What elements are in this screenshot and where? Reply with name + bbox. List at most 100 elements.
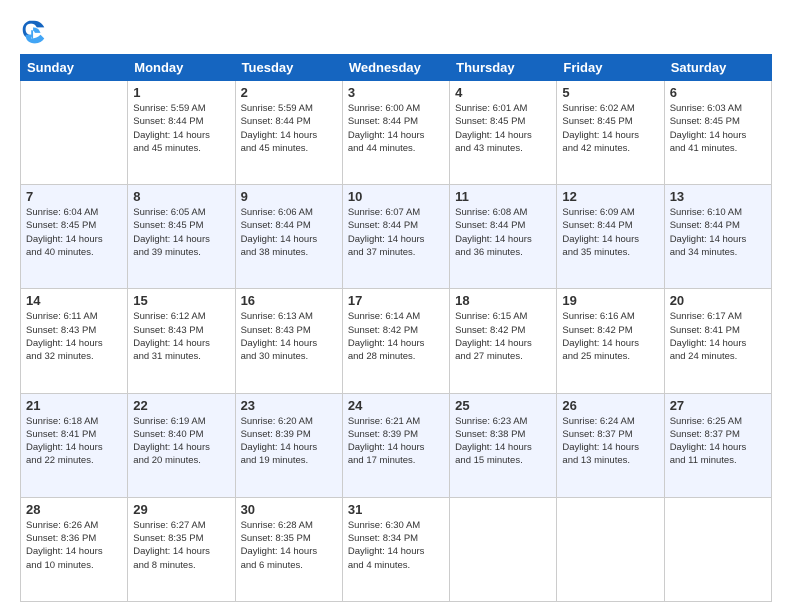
day-number: 21 <box>26 398 122 413</box>
header-wednesday: Wednesday <box>342 55 449 81</box>
day-info: Sunrise: 6:26 AM Sunset: 8:36 PM Dayligh… <box>26 519 122 572</box>
day-number: 25 <box>455 398 551 413</box>
day-number: 23 <box>241 398 337 413</box>
day-number: 10 <box>348 189 444 204</box>
day-number: 30 <box>241 502 337 517</box>
day-info: Sunrise: 6:28 AM Sunset: 8:35 PM Dayligh… <box>241 519 337 572</box>
day-cell: 15 Sunrise: 6:12 AM Sunset: 8:43 PM Dayli… <box>128 289 235 393</box>
day-number: 1 <box>133 85 229 100</box>
day-info: Sunrise: 5:59 AM Sunset: 8:44 PM Dayligh… <box>133 102 229 155</box>
day-cell: 10 Sunrise: 6:07 AM Sunset: 8:44 PM Dayli… <box>342 185 449 289</box>
day-info: Sunrise: 6:30 AM Sunset: 8:34 PM Dayligh… <box>348 519 444 572</box>
day-number: 26 <box>562 398 658 413</box>
day-info: Sunrise: 6:02 AM Sunset: 8:45 PM Dayligh… <box>562 102 658 155</box>
day-info: Sunrise: 6:18 AM Sunset: 8:41 PM Dayligh… <box>26 415 122 468</box>
day-info: Sunrise: 6:12 AM Sunset: 8:43 PM Dayligh… <box>133 310 229 363</box>
week-row-5: 28Sunrise: 6:26 AM Sunset: 8:36 PM Dayli… <box>21 497 772 601</box>
header-monday: Monday <box>128 55 235 81</box>
day-cell: 30 Sunrise: 6:28 AM Sunset: 8:35 PM Dayli… <box>235 497 342 601</box>
day-cell: 12 Sunrise: 6:09 AM Sunset: 8:44 PM Dayli… <box>557 185 664 289</box>
day-number: 12 <box>562 189 658 204</box>
day-number: 18 <box>455 293 551 308</box>
day-number: 29 <box>133 502 229 517</box>
week-row-1: 1 Sunrise: 5:59 AM Sunset: 8:44 PM Daylig… <box>21 81 772 185</box>
day-number: 14 <box>26 293 122 308</box>
day-number: 11 <box>455 189 551 204</box>
day-info: Sunrise: 6:01 AM Sunset: 8:45 PM Dayligh… <box>455 102 551 155</box>
calendar-table: SundayMondayTuesdayWednesdayThursdayFrid… <box>20 54 772 602</box>
day-number: 27 <box>670 398 766 413</box>
day-cell <box>664 497 771 601</box>
day-cell: 31 Sunrise: 6:30 AM Sunset: 8:34 PM Dayli… <box>342 497 449 601</box>
day-info: Sunrise: 6:14 AM Sunset: 8:42 PM Dayligh… <box>348 310 444 363</box>
day-info: Sunrise: 5:59 AM Sunset: 8:44 PM Dayligh… <box>241 102 337 155</box>
day-cell: 2Sunrise: 5:59 AM Sunset: 8:44 PM Daylig… <box>235 81 342 185</box>
logo <box>20 18 52 46</box>
day-info: Sunrise: 6:11 AM Sunset: 8:43 PM Dayligh… <box>26 310 122 363</box>
day-info: Sunrise: 6:20 AM Sunset: 8:39 PM Dayligh… <box>241 415 337 468</box>
page: SundayMondayTuesdayWednesdayThursdayFrid… <box>0 0 792 612</box>
day-info: Sunrise: 6:04 AM Sunset: 8:45 PM Dayligh… <box>26 206 122 259</box>
day-cell: 17 Sunrise: 6:14 AM Sunset: 8:42 PM Dayli… <box>342 289 449 393</box>
day-cell: 4 Sunrise: 6:01 AM Sunset: 8:45 PM Daylig… <box>450 81 557 185</box>
day-info: Sunrise: 6:16 AM Sunset: 8:42 PM Dayligh… <box>562 310 658 363</box>
header-friday: Friday <box>557 55 664 81</box>
day-info: Sunrise: 6:03 AM Sunset: 8:45 PM Dayligh… <box>670 102 766 155</box>
day-cell: 16 Sunrise: 6:13 AM Sunset: 8:43 PM Dayli… <box>235 289 342 393</box>
day-info: Sunrise: 6:09 AM Sunset: 8:44 PM Dayligh… <box>562 206 658 259</box>
day-number: 19 <box>562 293 658 308</box>
day-cell: 1 Sunrise: 5:59 AM Sunset: 8:44 PM Daylig… <box>128 81 235 185</box>
day-number: 8 <box>133 189 229 204</box>
day-cell: 8 Sunrise: 6:05 AM Sunset: 8:45 PM Daylig… <box>128 185 235 289</box>
day-cell: 24Sunrise: 6:21 AM Sunset: 8:39 PM Dayli… <box>342 393 449 497</box>
day-cell: 5Sunrise: 6:02 AM Sunset: 8:45 PM Daylig… <box>557 81 664 185</box>
day-info: Sunrise: 6:13 AM Sunset: 8:43 PM Dayligh… <box>241 310 337 363</box>
day-number: 24 <box>348 398 444 413</box>
header-sunday: Sunday <box>21 55 128 81</box>
day-info: Sunrise: 6:27 AM Sunset: 8:35 PM Dayligh… <box>133 519 229 572</box>
day-cell: 13Sunrise: 6:10 AM Sunset: 8:44 PM Dayli… <box>664 185 771 289</box>
week-row-4: 21 Sunrise: 6:18 AM Sunset: 8:41 PM Dayli… <box>21 393 772 497</box>
day-cell: 23 Sunrise: 6:20 AM Sunset: 8:39 PM Dayli… <box>235 393 342 497</box>
calendar-body: 1 Sunrise: 5:59 AM Sunset: 8:44 PM Daylig… <box>21 81 772 602</box>
day-cell: 6 Sunrise: 6:03 AM Sunset: 8:45 PM Daylig… <box>664 81 771 185</box>
day-cell: 21 Sunrise: 6:18 AM Sunset: 8:41 PM Dayli… <box>21 393 128 497</box>
day-info: Sunrise: 6:15 AM Sunset: 8:42 PM Dayligh… <box>455 310 551 363</box>
day-cell: 25 Sunrise: 6:23 AM Sunset: 8:38 PM Dayli… <box>450 393 557 497</box>
day-number: 4 <box>455 85 551 100</box>
day-cell <box>557 497 664 601</box>
day-info: Sunrise: 6:06 AM Sunset: 8:44 PM Dayligh… <box>241 206 337 259</box>
day-cell: 9 Sunrise: 6:06 AM Sunset: 8:44 PM Daylig… <box>235 185 342 289</box>
day-number: 15 <box>133 293 229 308</box>
day-number: 17 <box>348 293 444 308</box>
day-number: 3 <box>348 85 444 100</box>
header-row: SundayMondayTuesdayWednesdayThursdayFrid… <box>21 55 772 81</box>
day-cell: 22 Sunrise: 6:19 AM Sunset: 8:40 PM Dayli… <box>128 393 235 497</box>
day-info: Sunrise: 6:24 AM Sunset: 8:37 PM Dayligh… <box>562 415 658 468</box>
day-cell: 19 Sunrise: 6:16 AM Sunset: 8:42 PM Dayli… <box>557 289 664 393</box>
day-cell: 7Sunrise: 6:04 AM Sunset: 8:45 PM Daylig… <box>21 185 128 289</box>
day-cell: 29 Sunrise: 6:27 AM Sunset: 8:35 PM Dayli… <box>128 497 235 601</box>
day-cell: 26 Sunrise: 6:24 AM Sunset: 8:37 PM Dayli… <box>557 393 664 497</box>
day-cell: 18 Sunrise: 6:15 AM Sunset: 8:42 PM Dayli… <box>450 289 557 393</box>
day-number: 16 <box>241 293 337 308</box>
day-number: 22 <box>133 398 229 413</box>
day-number: 6 <box>670 85 766 100</box>
day-info: Sunrise: 6:19 AM Sunset: 8:40 PM Dayligh… <box>133 415 229 468</box>
day-info: Sunrise: 6:05 AM Sunset: 8:45 PM Dayligh… <box>133 206 229 259</box>
day-cell <box>450 497 557 601</box>
day-number: 31 <box>348 502 444 517</box>
day-cell <box>21 81 128 185</box>
day-info: Sunrise: 6:17 AM Sunset: 8:41 PM Dayligh… <box>670 310 766 363</box>
day-cell: 27 Sunrise: 6:25 AM Sunset: 8:37 PM Dayli… <box>664 393 771 497</box>
day-number: 20 <box>670 293 766 308</box>
day-cell: 14 Sunrise: 6:11 AM Sunset: 8:43 PM Dayli… <box>21 289 128 393</box>
day-info: Sunrise: 6:07 AM Sunset: 8:44 PM Dayligh… <box>348 206 444 259</box>
day-info: Sunrise: 6:23 AM Sunset: 8:38 PM Dayligh… <box>455 415 551 468</box>
day-info: Sunrise: 6:00 AM Sunset: 8:44 PM Dayligh… <box>348 102 444 155</box>
day-info: Sunrise: 6:25 AM Sunset: 8:37 PM Dayligh… <box>670 415 766 468</box>
calendar-header: SundayMondayTuesdayWednesdayThursdayFrid… <box>21 55 772 81</box>
day-number: 9 <box>241 189 337 204</box>
header-saturday: Saturday <box>664 55 771 81</box>
day-cell: 3 Sunrise: 6:00 AM Sunset: 8:44 PM Daylig… <box>342 81 449 185</box>
